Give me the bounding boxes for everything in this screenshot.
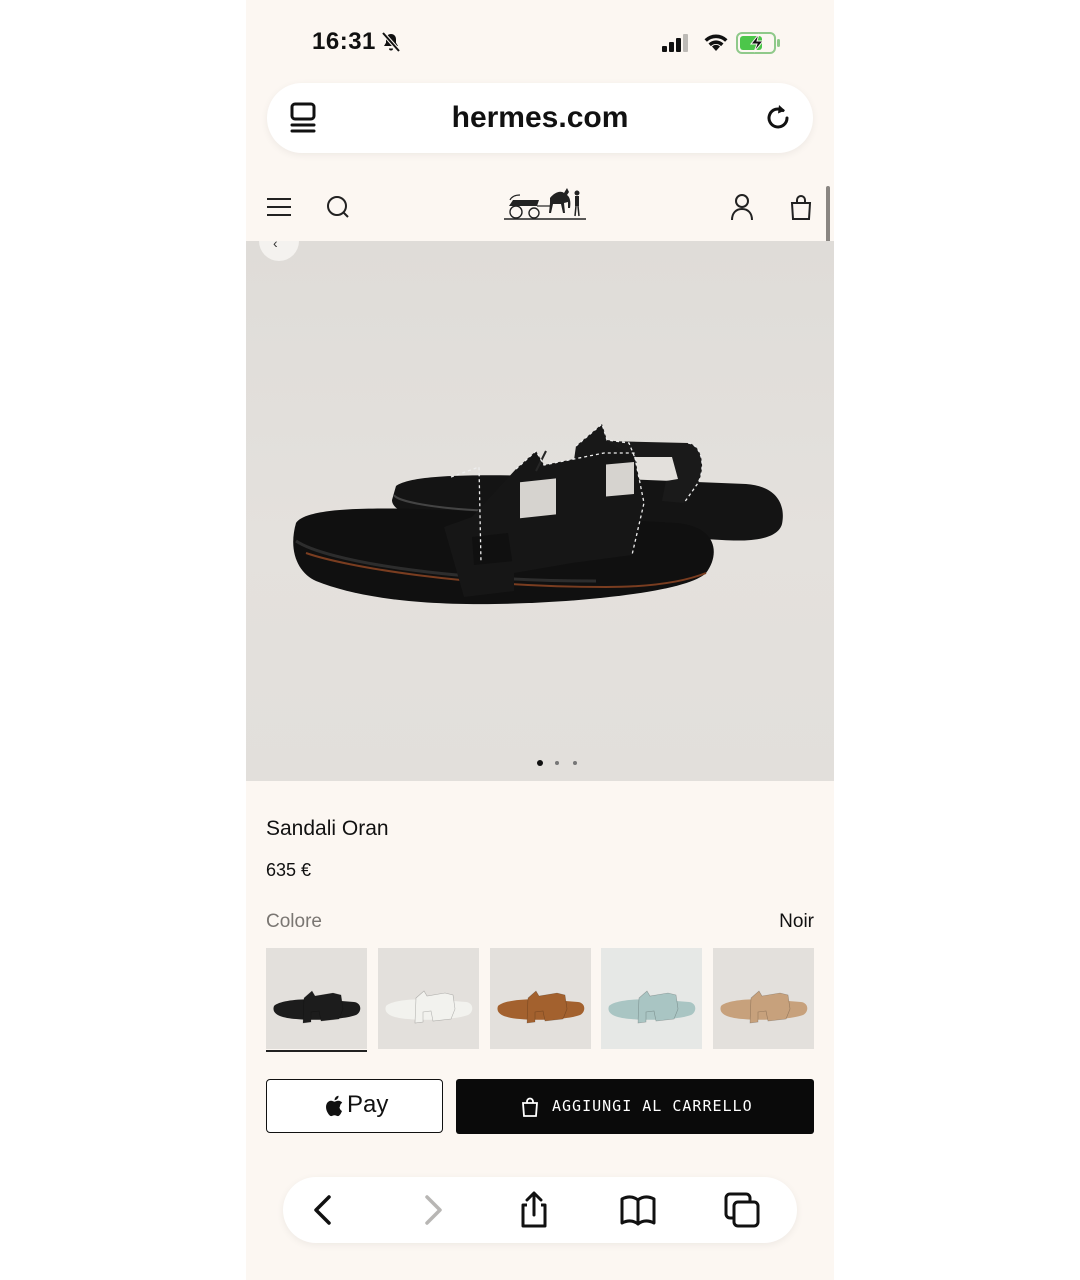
- carousel-dot-2[interactable]: [555, 761, 559, 765]
- chevron-left-icon: ‹: [273, 241, 278, 251]
- cellular-signal-icon: [662, 34, 688, 52]
- shopping-bag-icon[interactable]: [788, 193, 814, 221]
- apple-pay-label: Pay: [347, 1091, 389, 1118]
- forward-icon[interactable]: [413, 1191, 451, 1229]
- carousel-dot-1[interactable]: [537, 760, 543, 766]
- wifi-icon: [704, 34, 728, 51]
- color-swatch[interactable]: [378, 948, 479, 1049]
- menu-icon[interactable]: [266, 194, 292, 220]
- user-icon[interactable]: [729, 193, 755, 221]
- share-icon[interactable]: [515, 1191, 553, 1229]
- selected-color-value: Noir: [779, 911, 814, 932]
- search-icon[interactable]: [325, 194, 351, 220]
- apple-logo-icon: [326, 1095, 343, 1117]
- add-to-cart-button[interactable]: AGGIUNGI AL CARRELLO: [456, 1079, 814, 1134]
- reload-icon[interactable]: [761, 101, 795, 135]
- sandal-image: [293, 422, 783, 605]
- browser-toolbar: [283, 1177, 797, 1243]
- swatch-sandal-image: [601, 948, 702, 1049]
- hermes-logo[interactable]: [504, 182, 586, 224]
- color-swatch[interactable]: [266, 948, 367, 1049]
- url-text[interactable]: hermes.com: [267, 101, 813, 135]
- swatch-sandal-image: [378, 948, 479, 1049]
- address-bar[interactable]: hermes.com: [267, 83, 813, 153]
- color-label: Colore: [266, 911, 322, 932]
- swatch-sandal-image: [266, 948, 367, 1049]
- tabs-icon[interactable]: [723, 1191, 761, 1229]
- swatch-sandal-image: [490, 948, 591, 1049]
- battery-charging-icon: [736, 32, 780, 54]
- color-swatch[interactable]: [713, 948, 814, 1049]
- shopping-bag-icon: [522, 1097, 538, 1117]
- carousel-dot-3[interactable]: [573, 761, 577, 765]
- product-price: 635 €: [266, 860, 312, 880]
- color-swatch[interactable]: [490, 948, 591, 1049]
- color-swatch[interactable]: [601, 948, 702, 1049]
- bookmarks-icon[interactable]: [619, 1191, 657, 1229]
- add-to-cart-label: AGGIUNGI AL CARRELLO: [552, 1097, 753, 1115]
- product-image-carousel[interactable]: ‹: [246, 241, 834, 781]
- swatch-sandal-image: [713, 948, 814, 1049]
- bell-muted-icon: [381, 31, 401, 53]
- back-icon[interactable]: [305, 1191, 343, 1229]
- product-title: Sandali Oran: [266, 817, 389, 840]
- selected-swatch-indicator: [266, 1050, 367, 1052]
- apple-pay-button[interactable]: Pay: [266, 1079, 443, 1133]
- phone-screen: 16:31 hermes.com ‹ Sandali Oran 635 € Co…: [246, 0, 834, 1280]
- status-time: 16:31: [312, 28, 376, 55]
